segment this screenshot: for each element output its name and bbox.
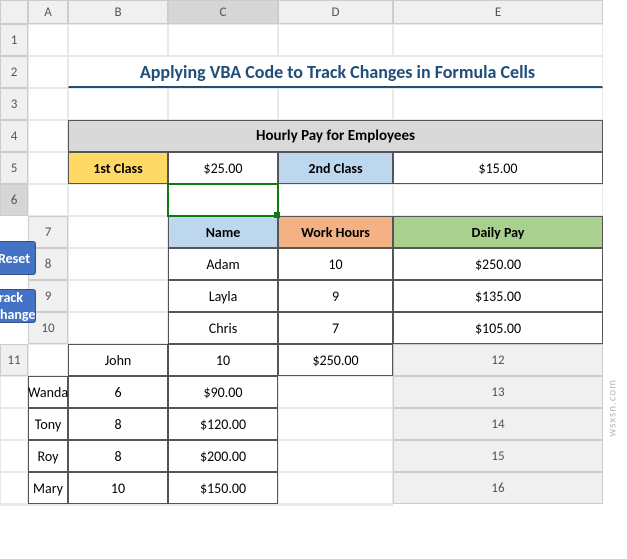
table-row[interactable]: 6: [68, 376, 168, 408]
class1-rate[interactable]: $25.00: [168, 152, 278, 184]
cell-d3[interactable]: [278, 88, 393, 120]
cell-e3[interactable]: [393, 88, 603, 120]
cell-a5[interactable]: [28, 152, 68, 184]
cell-e15[interactable]: [278, 472, 393, 504]
table-row[interactable]: 8: [68, 440, 168, 472]
table-row[interactable]: $135.00: [393, 280, 603, 312]
cell-b1[interactable]: [68, 24, 168, 56]
row-header-3[interactable]: 3: [0, 88, 28, 120]
th-work-hours[interactable]: Work Hours: [278, 216, 393, 248]
button-area: Reset Track Change: [0, 216, 28, 344]
cell-a12[interactable]: [0, 376, 28, 408]
col-header-c[interactable]: C: [168, 0, 278, 24]
cell-a3[interactable]: [28, 88, 68, 120]
table-row[interactable]: Wanda: [28, 376, 68, 408]
table-row[interactable]: $90.00: [168, 376, 278, 408]
cell-e14[interactable]: [278, 440, 393, 472]
cell-a11[interactable]: [28, 344, 68, 376]
select-all-corner[interactable]: [0, 0, 28, 24]
table-row[interactable]: Chris: [168, 312, 278, 344]
cell-a10[interactable]: [68, 312, 168, 344]
cell-a8[interactable]: [68, 248, 168, 280]
class1-label[interactable]: 1st Class: [68, 152, 168, 184]
row-header-6[interactable]: 6: [0, 184, 28, 216]
cell-c3[interactable]: [168, 88, 278, 120]
th-name[interactable]: Name: [168, 216, 278, 248]
row-header-15[interactable]: 15: [393, 440, 603, 472]
table-row[interactable]: 8: [68, 408, 168, 440]
table-row[interactable]: $250.00: [393, 248, 603, 280]
table-row[interactable]: Mary: [28, 472, 68, 504]
row-header-2[interactable]: 2: [0, 56, 28, 88]
table-row[interactable]: Layla: [168, 280, 278, 312]
cell-a2[interactable]: [28, 56, 68, 88]
cell-a14[interactable]: [0, 440, 28, 472]
row-header-12[interactable]: 12: [393, 344, 603, 376]
cell-d1[interactable]: [278, 24, 393, 56]
cell-e12[interactable]: [278, 376, 393, 408]
table-row[interactable]: $250.00: [278, 344, 393, 376]
th-daily-pay[interactable]: Daily Pay: [393, 216, 603, 248]
cell-a1[interactable]: [28, 24, 68, 56]
row-header-4[interactable]: 4: [0, 120, 28, 152]
cell-a15[interactable]: [0, 472, 28, 504]
cell-a7[interactable]: [68, 216, 168, 248]
cell-b6[interactable]: [68, 184, 168, 216]
table-row[interactable]: $120.00: [168, 408, 278, 440]
table-row[interactable]: $105.00: [393, 312, 603, 344]
col-header-b[interactable]: B: [68, 0, 168, 24]
row-header-13[interactable]: 13: [393, 376, 603, 408]
cell-c1[interactable]: [168, 24, 278, 56]
table-row[interactable]: John: [68, 344, 168, 376]
table-row[interactable]: $150.00: [168, 472, 278, 504]
row-header-16[interactable]: 16: [393, 472, 603, 504]
table-row[interactable]: 10: [278, 248, 393, 280]
class2-label[interactable]: 2nd Class: [278, 152, 393, 184]
cell-a16[interactable]: [0, 504, 28, 506]
cell-e6[interactable]: [393, 184, 603, 216]
cell-d16[interactable]: [168, 504, 278, 506]
watermark: wsxsn.com: [606, 379, 619, 437]
cell-e1[interactable]: [393, 24, 603, 56]
table-row[interactable]: 10: [168, 344, 278, 376]
class2-rate[interactable]: $15.00: [393, 152, 603, 184]
cell-b16[interactable]: [28, 504, 68, 506]
table-row[interactable]: 7: [278, 312, 393, 344]
table-row[interactable]: 10: [68, 472, 168, 504]
col-header-d[interactable]: D: [278, 0, 393, 24]
table-row[interactable]: 9: [278, 280, 393, 312]
cell-e13[interactable]: [278, 408, 393, 440]
cell-d6[interactable]: [278, 184, 393, 216]
cell-a4[interactable]: [28, 120, 68, 152]
cell-a9[interactable]: [68, 280, 168, 312]
page-title[interactable]: Applying VBA Code to Track Changes in Fo…: [68, 56, 603, 88]
table-row[interactable]: Adam: [168, 248, 278, 280]
table-row[interactable]: Tony: [28, 408, 68, 440]
active-cell[interactable]: [168, 184, 278, 216]
table-row[interactable]: $200.00: [168, 440, 278, 472]
cell-a6[interactable]: [28, 184, 68, 216]
row-header-11[interactable]: 11: [0, 344, 28, 376]
cell-e16[interactable]: [278, 504, 393, 506]
col-header-e[interactable]: E: [393, 0, 603, 24]
cell-c16[interactable]: [68, 504, 168, 506]
cell-a13[interactable]: [0, 408, 28, 440]
track-change-button[interactable]: Track Change: [0, 289, 36, 323]
sub-heading[interactable]: Hourly Pay for Employees: [68, 120, 603, 152]
col-header-a[interactable]: A: [28, 0, 68, 24]
spreadsheet-grid: A B C D E 1 2 Applying VBA Code to Track…: [0, 0, 627, 506]
row-header-5[interactable]: 5: [0, 152, 28, 184]
row-header-1[interactable]: 1: [0, 24, 28, 56]
table-row[interactable]: Roy: [28, 440, 68, 472]
reset-button[interactable]: Reset: [0, 241, 36, 275]
row-header-14[interactable]: 14: [393, 408, 603, 440]
cell-b3[interactable]: [68, 88, 168, 120]
